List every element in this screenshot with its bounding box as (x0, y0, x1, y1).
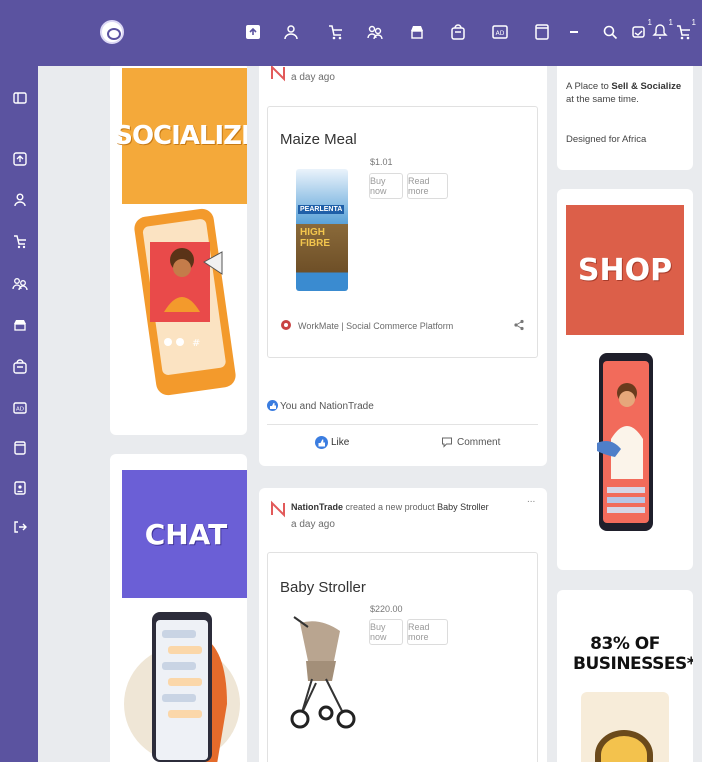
minus-icon[interactable] (566, 23, 584, 41)
shop-name[interactable]: WorkMate | Social Commerce Platform (298, 321, 453, 331)
like-reaction-icon (267, 400, 278, 411)
sidebar-item-pages[interactable] (12, 440, 28, 456)
stat-title: 83% OF BUSINESSES* (573, 634, 693, 674)
brand-logo[interactable] (100, 20, 124, 44)
sidebar-toggle-icon[interactable] (12, 90, 28, 106)
chat-illustration (124, 612, 240, 762)
package-text: HIGH FIBRE (300, 227, 330, 249)
socialize-banner: SOCIALIZE (114, 68, 247, 204)
product-title[interactable]: Maize Meal (280, 131, 357, 148)
top-navigation-bar: AD 1 1 1 (0, 0, 702, 66)
svg-text:AD: AD (16, 407, 24, 413)
read-more-button[interactable]: Read more (407, 619, 448, 645)
share-icon[interactable] (513, 319, 525, 331)
product-card-baby-stroller[interactable]: Baby Stroller $220.00 Buy now Read more (267, 552, 538, 762)
buy-now-button[interactable]: Buy now (369, 173, 403, 199)
shop-promo-card[interactable]: SHOP (557, 189, 693, 570)
sidebar-item-cart[interactable] (12, 234, 28, 250)
left-sidebar: AD (0, 66, 38, 762)
shop-banner: SHOP (566, 205, 684, 335)
businesses-stat-card[interactable]: 83% OF BUSINESSES* (557, 590, 693, 762)
post-time: a day ago (291, 519, 335, 530)
bag-icon[interactable] (449, 23, 467, 41)
svg-text:#: # (192, 338, 200, 349)
comment-label: Comment (457, 436, 501, 448)
app-window: AD 1 1 1 AD SOCIALIZE # CHAT a day ago M… (0, 0, 702, 762)
about-bold: Sell & Socialize (611, 81, 682, 92)
chat-icon[interactable]: 1 (651, 18, 673, 41)
product-card-maize-meal[interactable]: Maize Meal $1.01 Buy now Read more PEARL… (267, 106, 538, 358)
cart-icon[interactable] (326, 23, 344, 41)
stat-image (581, 692, 669, 762)
sidebar-item-ads[interactable]: AD (12, 400, 28, 416)
post-action: created a new product (345, 502, 435, 512)
product-title[interactable]: Baby Stroller (280, 579, 366, 596)
feed-post-maize-meal: a day ago Maize Meal $1.01 Buy now Read … (259, 58, 547, 466)
sidebar-item-shop[interactable] (12, 317, 28, 333)
socialize-promo-card[interactable]: SOCIALIZE # (110, 62, 247, 435)
user-icon[interactable] (282, 23, 300, 41)
socialize-title: SOCIALIZE (114, 121, 247, 151)
bell-icon[interactable]: 1 (630, 18, 652, 41)
ad-icon[interactable]: AD (491, 23, 509, 41)
sidebar-item-bag[interactable] (12, 359, 28, 375)
like-label: Like (331, 436, 350, 448)
nationtrade-logo-icon[interactable] (269, 64, 287, 82)
shop-logo-icon (281, 320, 291, 330)
feed-post-baby-stroller: NationTrade created a new product Baby S… (259, 488, 547, 762)
product-link[interactable]: Baby Stroller (437, 502, 489, 512)
post-time: a day ago (291, 72, 335, 83)
cart-badge-icon[interactable]: 1 (674, 18, 696, 41)
svg-text:AD: AD (496, 30, 505, 37)
socialize-illustration: # (134, 208, 236, 396)
package-brand: PEARLENTA (298, 205, 345, 214)
buy-now-button[interactable]: Buy now (369, 619, 403, 645)
about-card: A Place to Sell & Socialize at the same … (557, 58, 693, 170)
shop-illustration (597, 353, 653, 531)
baby-stroller-image (290, 616, 356, 729)
post-author[interactable]: NationTrade (291, 502, 343, 512)
about-suffix: at the same time. (566, 94, 639, 105)
people-icon[interactable] (366, 23, 384, 41)
product-price: $1.01 (370, 157, 393, 167)
search-icon[interactable] (601, 23, 619, 41)
coin-illustration (595, 730, 653, 762)
comment-button[interactable]: Comment (441, 433, 500, 451)
shop-title: SHOP (577, 252, 673, 288)
post-divider (267, 424, 538, 425)
home-icon[interactable] (244, 23, 262, 41)
post-options-icon[interactable]: ... (527, 494, 535, 505)
reactions-summary[interactable]: You and NationTrade (280, 401, 374, 412)
chat-promo-card[interactable]: CHAT (110, 454, 247, 762)
message-badge: 1 (668, 18, 673, 27)
logout-icon[interactable] (12, 519, 28, 535)
id-card-icon[interactable] (12, 480, 28, 496)
thumbs-up-icon (315, 435, 328, 449)
about-prefix: A Place to (566, 81, 612, 92)
product-price: $220.00 (370, 604, 403, 614)
about-text: A Place to Sell & Socialize at the same … (566, 80, 686, 106)
maize-meal-product-image: PEARLENTA HIGH FIBRE (296, 169, 348, 291)
page-icon[interactable] (533, 23, 551, 41)
comment-icon (442, 437, 452, 448)
sidebar-item-friends[interactable] (12, 276, 28, 292)
nationtrade-avatar-icon[interactable] (269, 500, 287, 518)
like-button[interactable]: Like (315, 433, 349, 451)
designed-for: Designed for Africa (566, 134, 647, 145)
sidebar-item-home[interactable] (12, 151, 28, 167)
chat-banner: CHAT (122, 470, 247, 598)
cart-badge: 1 (691, 18, 696, 27)
post-header: NationTrade created a new product Baby S… (291, 502, 489, 512)
shop-icon[interactable] (408, 23, 426, 41)
sidebar-item-profile[interactable] (12, 192, 28, 208)
read-more-button[interactable]: Read more (407, 173, 448, 199)
chat-title: CHAT (144, 517, 228, 551)
